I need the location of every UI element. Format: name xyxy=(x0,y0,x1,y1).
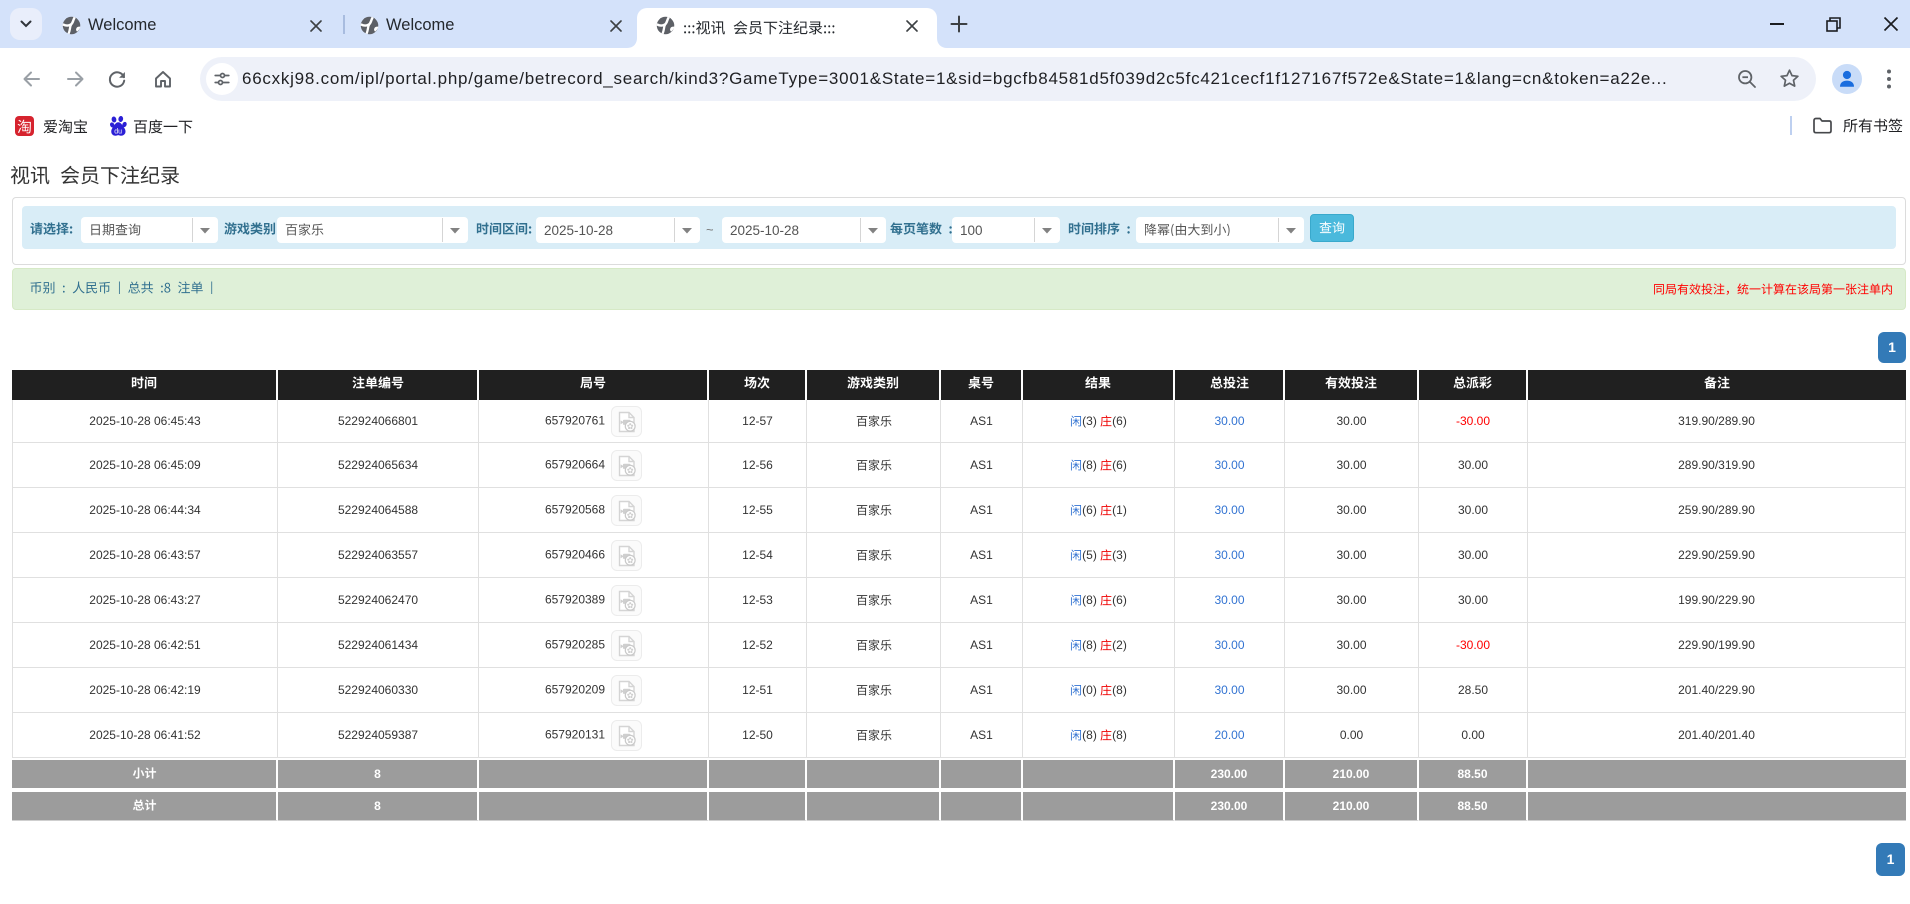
svg-text:du: du xyxy=(114,129,122,136)
